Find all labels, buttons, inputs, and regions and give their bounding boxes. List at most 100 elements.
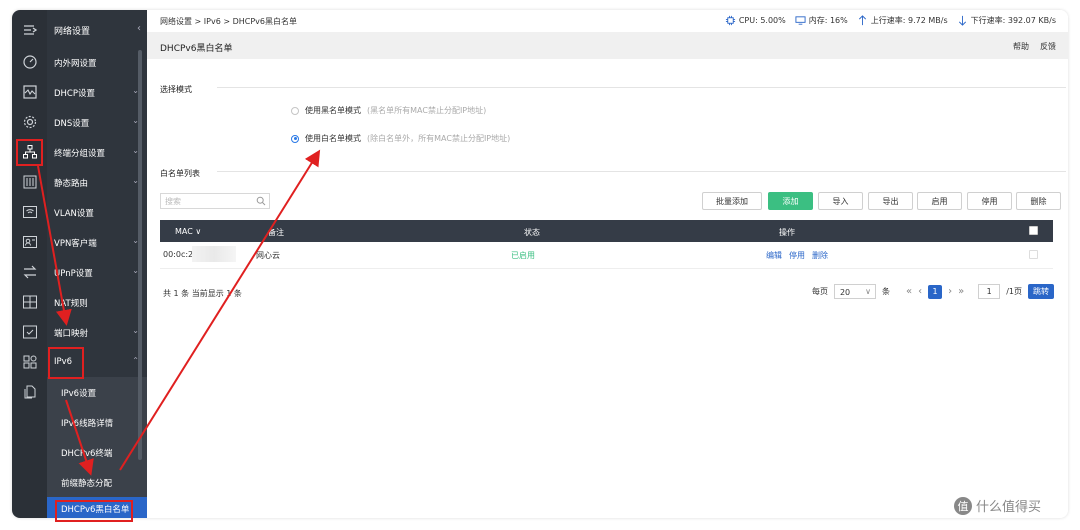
sidebar-scrollbar[interactable]: [138, 50, 142, 460]
sidebar-subitem[interactable]: 前缀静态分配: [47, 467, 147, 497]
disable-button[interactable]: 停用: [967, 192, 1012, 210]
column-header-status: 状态: [524, 228, 540, 237]
sidebar-item-label: DHCP设置: [54, 89, 95, 99]
sidebar-item-label: DHCPv6终端: [61, 449, 113, 459]
equalizer-icon[interactable]: [12, 167, 47, 197]
blacklist-mode-option[interactable]: 使用黑名单模式 (黑名单所有MAC禁止分配IP地址): [291, 105, 486, 116]
settings-icon[interactable]: [12, 107, 47, 137]
status-cell: 已启用: [511, 251, 535, 260]
page-size-value: 20: [839, 288, 851, 297]
page-input[interactable]: 1: [978, 284, 1001, 299]
batch-add-button[interactable]: 批量添加: [702, 192, 762, 210]
download-value: 下行速率: 392.07 KB/s: [970, 16, 1056, 25]
mac-cell: 00:0c:2: [163, 250, 194, 259]
monitor-icon[interactable]: [12, 77, 47, 107]
remark-cell: 网心云: [256, 251, 280, 260]
column-header-mac[interactable]: MAC ∨: [175, 227, 201, 236]
select-all-checkbox[interactable]: [1029, 226, 1038, 235]
sidebar-subitem-active[interactable]: DHCPv6黑白名单: [47, 497, 147, 518]
memory-value: 内存: 16%: [808, 16, 848, 25]
sidebar-item-label: 前缀静态分配: [61, 479, 113, 489]
prev-page-icon[interactable]: ‹: [918, 286, 922, 297]
arrow-up-icon: [858, 15, 866, 26]
current-page-button[interactable]: 1: [928, 284, 943, 299]
main-content: 网络设置 > IPv6 > DHCPv6黑白名单 CPU: 5.00% 内存: …: [147, 10, 1068, 518]
top-bar: 网络设置 > IPv6 > DHCPv6黑白名单 CPU: 5.00% 内存: …: [147, 10, 1068, 32]
sidebar-item[interactable]: VLAN设置: [47, 197, 147, 227]
cpu-icon: [725, 15, 735, 26]
check-icon[interactable]: [12, 317, 47, 347]
network-icon[interactable]: [12, 137, 47, 167]
grid-icon[interactable]: [12, 287, 47, 317]
total-pages: /1页: [1006, 287, 1022, 296]
sidebar-item-label: 端口映射: [54, 329, 89, 339]
sidebar-nav: 网络设置 ‹ 内外网设置 DHCP设置 ⌄ DNS设置 ⌄ 终端分组设置 ⌄ 静态路由…: [47, 10, 147, 518]
sidebar-item[interactable]: 静态路由 ⌄: [47, 167, 147, 197]
feedback-link[interactable]: 反馈: [1040, 41, 1056, 52]
sidebar-item[interactable]: 内外网设置: [47, 47, 147, 77]
jump-button[interactable]: 跳转: [1028, 284, 1054, 299]
row-checkbox[interactable]: [1029, 250, 1038, 259]
sidebar-item[interactable]: DNS设置 ⌄: [47, 107, 147, 137]
sidebar-subitem[interactable]: DHCPv6终端: [47, 437, 147, 467]
sidebar-item[interactable]: DHCP设置 ⌄: [47, 77, 147, 107]
title-links: 帮助 反馈: [1013, 41, 1056, 52]
icon-rail: [12, 10, 47, 518]
whitelist-radio[interactable]: [291, 134, 299, 143]
table-row: 00:0c:2 网心云 已启用 编辑 停用 删除: [160, 242, 1053, 269]
arrow-down-icon: [958, 15, 966, 26]
vpn-icon[interactable]: [12, 227, 47, 257]
enable-button[interactable]: 启用: [917, 192, 962, 210]
help-link[interactable]: 帮助: [1013, 41, 1029, 52]
table-header: MAC ∨ 备注 状态 操作: [160, 220, 1053, 242]
search-icon[interactable]: [256, 196, 266, 206]
first-page-icon[interactable]: «: [906, 286, 912, 297]
sidebar-item-label: 静态路由: [54, 179, 89, 189]
sidebar-item[interactable]: 端口映射 ⌄: [47, 317, 147, 347]
wifi-icon[interactable]: [12, 197, 47, 227]
column-header-ops: 操作: [779, 228, 795, 237]
transfer-icon[interactable]: [12, 257, 47, 287]
copy-icon[interactable]: [12, 377, 47, 407]
export-button[interactable]: 导出: [868, 192, 913, 210]
add-button[interactable]: 添加: [768, 192, 813, 210]
disable-link[interactable]: 停用: [789, 250, 805, 261]
record-count: 共 1 条 当前显示 1 条: [163, 289, 242, 298]
last-page-icon[interactable]: »: [958, 286, 964, 297]
sidebar-item-label: IPv6设置: [61, 389, 97, 399]
blacklist-radio[interactable]: [291, 106, 299, 115]
sidebar-subitem[interactable]: IPv6设置: [47, 377, 147, 407]
dashboard-icon[interactable]: [12, 47, 47, 77]
sidebar-item-label: IPv6: [54, 357, 73, 367]
cpu-stat: CPU: 5.00%: [725, 15, 786, 26]
edit-link[interactable]: 编辑: [766, 250, 782, 261]
app-window: 网络设置 ‹ 内外网设置 DHCP设置 ⌄ DNS设置 ⌄ 终端分组设置 ⌄ 静态路由…: [12, 10, 1068, 518]
sidebar-item-ipv6[interactable]: IPv6 ⌃: [47, 347, 147, 377]
divider: [217, 171, 1066, 172]
download-stat: 下行速率: 392.07 KB/s: [957, 15, 1056, 26]
unit-label: 条: [881, 287, 890, 296]
import-button[interactable]: 导入: [818, 192, 863, 210]
delete-link[interactable]: 删除: [812, 250, 828, 261]
sidebar-item-label: VPN客户端: [54, 239, 97, 249]
menu-icon[interactable]: [12, 15, 47, 45]
pagination: 每页 20 ∨ 条 « ‹ 1 › » 1 /1页 跳转: [812, 284, 1054, 299]
sidebar-item[interactable]: 终端分组设置 ⌄: [47, 137, 147, 167]
sidebar-item-label: IPv6线路详情: [61, 419, 114, 429]
blacklist-label: 使用黑名单模式: [305, 106, 361, 115]
apps-icon[interactable]: [12, 347, 47, 377]
whitelist-mode-option[interactable]: 使用白名单模式 (除白名单外，所有MAC禁止分配IP地址): [291, 133, 510, 144]
delete-button[interactable]: 删除: [1016, 192, 1061, 210]
list-section-label: 白名单列表: [160, 169, 200, 178]
sidebar-item[interactable]: UPnP设置 ⌄: [47, 257, 147, 287]
next-page-icon[interactable]: ›: [948, 286, 952, 297]
sidebar-item-label: 终端分组设置: [54, 149, 106, 159]
mac-header-label: MAC: [175, 227, 193, 236]
collapse-icon[interactable]: ‹: [137, 23, 141, 34]
sidebar-item[interactable]: NAT规则: [47, 287, 147, 317]
sidebar-item-label: UPnP设置: [54, 269, 93, 279]
page-size-select[interactable]: 20 ∨: [833, 284, 876, 299]
search-input[interactable]: [161, 194, 257, 208]
sidebar-item[interactable]: VPN客户端 ⌄: [47, 227, 147, 257]
sidebar-subitem[interactable]: IPv6线路详情: [47, 407, 147, 437]
